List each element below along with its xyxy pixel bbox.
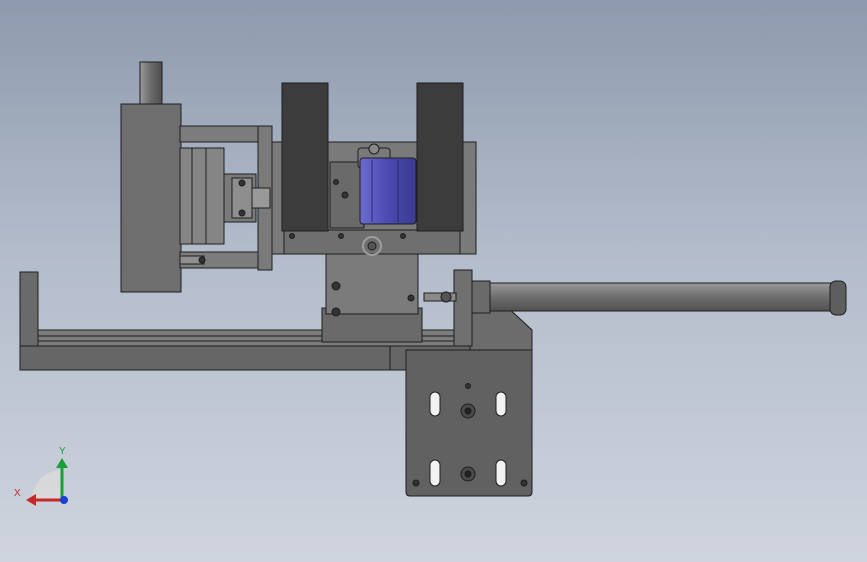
left-head-assembly [120, 61, 273, 293]
slide-block [321, 251, 423, 343]
coordinate-triad [26, 458, 68, 506]
air-cylinder [423, 280, 847, 316]
graphics-viewport[interactable]: Y X [0, 0, 867, 562]
triad-y-label: Y [59, 446, 66, 457]
triad-x-label: X [14, 488, 21, 499]
cad-model-view[interactable]: Y X [0, 0, 867, 562]
mounting-plate [405, 349, 533, 497]
